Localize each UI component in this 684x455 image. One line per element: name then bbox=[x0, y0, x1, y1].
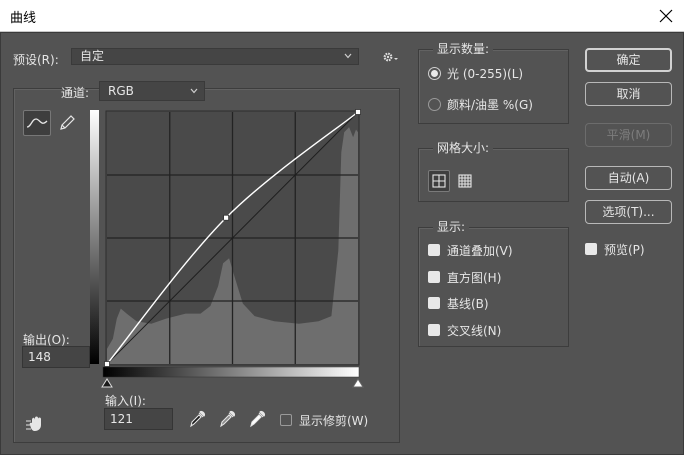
input-field[interactable]: 121 bbox=[104, 408, 173, 430]
preview-label: 预览(P) bbox=[604, 243, 645, 257]
input-gradient-bar bbox=[102, 366, 360, 378]
output-field[interactable]: 148 bbox=[22, 346, 90, 368]
auto-button[interactable]: 自动(A) bbox=[585, 166, 672, 190]
pencil-icon bbox=[60, 115, 75, 130]
output-value: 148 bbox=[28, 350, 51, 364]
preset-label: 预设(R): bbox=[13, 53, 59, 67]
curves-graph[interactable] bbox=[89, 107, 371, 403]
highlight-input-slider[interactable] bbox=[352, 378, 364, 388]
ok-button[interactable]: 确定 bbox=[585, 48, 672, 72]
show-amount-title: 显示数量: bbox=[433, 40, 494, 57]
histogram-label: 直方图(H) bbox=[447, 271, 502, 285]
curve-control-point[interactable] bbox=[104, 361, 110, 367]
black-point-eyedropper-button[interactable] bbox=[187, 408, 207, 430]
grid-size-title: 网格大小: bbox=[433, 139, 494, 156]
preset-value: 自定 bbox=[80, 49, 105, 63]
cancel-button[interactable]: 取消 bbox=[585, 82, 672, 106]
curve-control-point[interactable] bbox=[223, 214, 230, 221]
settings-menu-button[interactable] bbox=[381, 49, 401, 65]
pigment-option-label: 颜料/油墨 %(G) bbox=[447, 98, 533, 112]
curve-point-tool-button[interactable] bbox=[23, 110, 51, 136]
options-button[interactable]: 选项(T)... bbox=[585, 200, 672, 224]
gray-point-eyedropper-button[interactable] bbox=[217, 408, 237, 430]
baseline-label: 基线(B) bbox=[447, 297, 489, 311]
histogram-checkbox[interactable] bbox=[428, 271, 440, 283]
curves-dialog: 预设(R): 自定 通道: RGB 输出(O): 148 输入(I): 121 … bbox=[0, 32, 684, 455]
detailed-grid-icon bbox=[458, 174, 472, 188]
shadow-input-slider[interactable] bbox=[101, 378, 113, 388]
show-options-title: 显示: bbox=[433, 218, 470, 235]
preset-select[interactable]: 自定 bbox=[71, 48, 359, 65]
white-eyedropper-icon bbox=[250, 410, 266, 428]
chevron-down-icon bbox=[344, 53, 352, 59]
black-eyedropper-icon bbox=[190, 410, 206, 428]
pencil-tool-button[interactable] bbox=[55, 111, 79, 135]
target-adjust-button[interactable] bbox=[22, 412, 48, 434]
gray-eyedropper-icon bbox=[220, 410, 236, 428]
channel-label: 通道: bbox=[61, 86, 90, 100]
input-label: 输入(I): bbox=[105, 394, 146, 408]
show-clipping-label: 显示修剪(W) bbox=[299, 414, 369, 428]
close-button[interactable] bbox=[652, 2, 680, 30]
gear-icon bbox=[383, 52, 398, 62]
channel-overlay-checkbox[interactable] bbox=[428, 244, 440, 256]
simple-grid-icon bbox=[432, 174, 446, 188]
show-clipping-checkbox[interactable] bbox=[280, 414, 292, 426]
light-option-label: 光 (0-255)(L) bbox=[447, 67, 524, 81]
pigment-ink-radio[interactable] bbox=[428, 98, 441, 111]
channel-overlay-label: 通道叠加(V) bbox=[447, 244, 513, 258]
close-icon bbox=[659, 9, 673, 23]
curve-control-point[interactable] bbox=[355, 109, 361, 115]
input-value: 121 bbox=[110, 412, 133, 426]
window-title: 曲线 bbox=[10, 11, 37, 26]
curve-point-tool-icon bbox=[26, 118, 48, 128]
channel-value: RGB bbox=[108, 84, 134, 98]
chevron-down-icon bbox=[190, 88, 198, 94]
output-gradient-bar bbox=[90, 110, 99, 364]
light-radio[interactable] bbox=[428, 67, 441, 80]
channel-select[interactable]: RGB bbox=[99, 81, 205, 101]
smooth-button[interactable]: 平滑(M) bbox=[585, 123, 672, 147]
detailed-grid-button[interactable] bbox=[454, 170, 476, 192]
simple-grid-button[interactable] bbox=[428, 170, 450, 192]
title-bar: 曲线 bbox=[0, 0, 684, 32]
intersection-line-checkbox[interactable] bbox=[428, 324, 440, 336]
white-point-eyedropper-button[interactable] bbox=[247, 408, 267, 430]
intersection-line-label: 交叉线(N) bbox=[447, 324, 502, 338]
hand-target-icon bbox=[26, 416, 41, 431]
preview-checkbox[interactable] bbox=[585, 243, 597, 255]
baseline-checkbox[interactable] bbox=[428, 297, 440, 309]
